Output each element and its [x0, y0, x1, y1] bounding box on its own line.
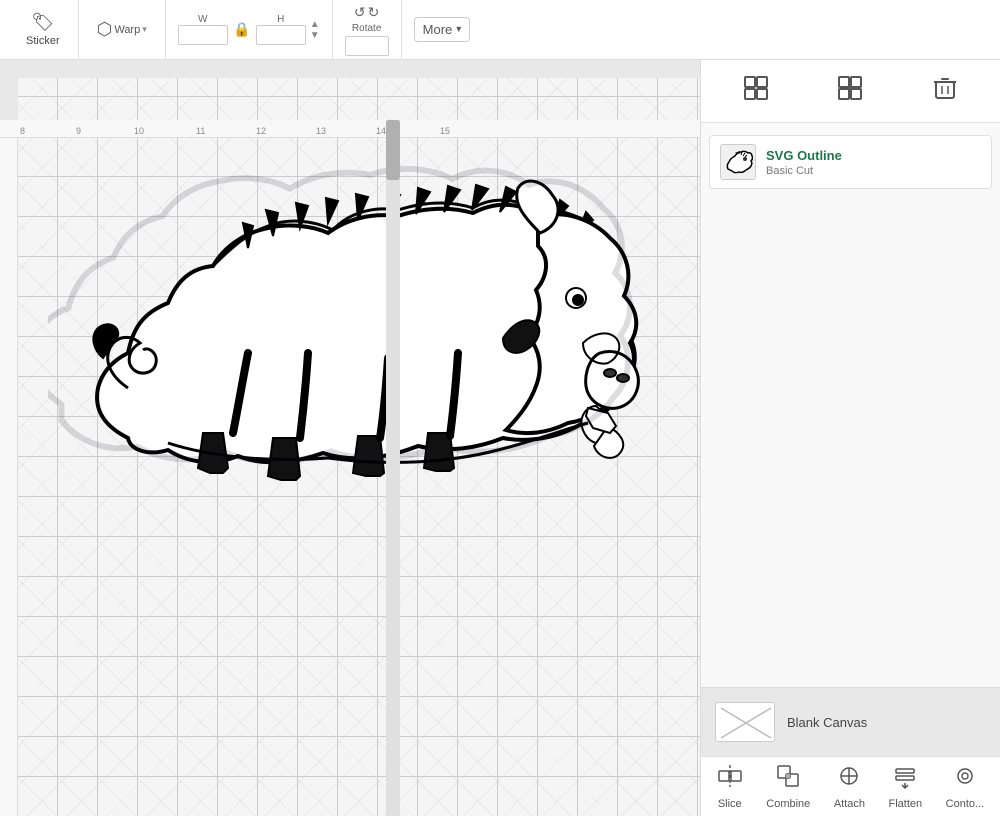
- more-label: More: [423, 22, 453, 37]
- attach-label: Attach: [834, 798, 865, 810]
- flatten-label: Flatten: [889, 798, 923, 810]
- combine-button[interactable]: Combine: [758, 759, 818, 814]
- sticker-button[interactable]: 🏷 Sticker: [20, 10, 66, 49]
- ruler-tick-15: 15: [440, 126, 450, 136]
- size-arrows: ▲ ▼: [310, 19, 320, 41]
- flatten-icon: [892, 763, 918, 795]
- delete-button[interactable]: [923, 70, 967, 112]
- lock-icon-wrap: 🔒: [232, 14, 252, 45]
- width-input[interactable]: [178, 25, 228, 45]
- toolbar-sticker-group: 🏷 Sticker: [8, 0, 79, 59]
- blank-canvas-item[interactable]: Blank Canvas: [709, 696, 992, 748]
- layer-name: SVG Outline: [766, 148, 981, 163]
- combine-icon: [775, 763, 801, 795]
- slice-icon: [717, 763, 743, 795]
- layer-info: SVG Outline Basic Cut: [766, 148, 981, 177]
- canvas-drawing-area[interactable]: [18, 78, 700, 816]
- width-input-wrap: W: [178, 14, 228, 45]
- delete-icon: [931, 74, 959, 108]
- ruler-top: 8 9 10 11 12 13 14 15: [0, 120, 700, 138]
- group-button[interactable]: [734, 70, 778, 112]
- contour-label: Conto...: [946, 798, 985, 810]
- toolbar-size-group: W 🔒 H ▲ ▼: [166, 0, 333, 59]
- height-label: H: [277, 14, 284, 25]
- toolbar-warp-group: ⬡ Warp ▾: [79, 0, 166, 59]
- height-input-wrap: H: [256, 14, 306, 45]
- toolbar-more-group: More ▾: [402, 0, 483, 59]
- panel-actions: [701, 60, 1000, 123]
- ungroup-icon: [836, 74, 864, 108]
- blank-canvas-label: Blank Canvas: [787, 715, 867, 730]
- lock-icon: 🔒: [233, 21, 250, 38]
- slice-button[interactable]: Slice: [709, 759, 751, 814]
- flatten-button[interactable]: Flatten: [881, 759, 931, 814]
- width-label: W: [198, 14, 207, 25]
- scrollbar-thumb[interactable]: [386, 120, 400, 180]
- ruler-left: [0, 138, 18, 816]
- contour-icon: [952, 763, 978, 795]
- layer-list: SVG Outline Basic Cut: [701, 123, 1000, 687]
- ruler-tick-12: 12: [256, 126, 266, 136]
- layer-item-svg-outline[interactable]: SVG Outline Basic Cut: [709, 135, 992, 189]
- sticker-icon: 🏷: [31, 12, 54, 33]
- attach-icon: [836, 763, 862, 795]
- blank-canvas-area: Blank Canvas: [701, 687, 1000, 756]
- warp-label: Warp: [114, 24, 140, 36]
- toolbar-rotate-group: ↺ ↻ Rotate: [333, 0, 402, 59]
- combine-label: Combine: [766, 798, 810, 810]
- ungroup-button[interactable]: [828, 70, 872, 112]
- warp-button[interactable]: ⬡ Warp ▾: [91, 17, 153, 42]
- layer-thumbnail: [720, 144, 756, 180]
- top-toolbar: 🏷 Sticker ⬡ Warp ▾ W 🔒 H: [0, 0, 1000, 60]
- more-button[interactable]: More ▾: [414, 17, 471, 42]
- rotate-label: Rotate: [352, 23, 381, 34]
- ruler-tick-13: 13: [316, 126, 326, 136]
- height-input[interactable]: [256, 25, 306, 45]
- ruler-tick-10: 10: [134, 126, 144, 136]
- boar-image[interactable]: [48, 158, 648, 538]
- rotate-group: ↺ ↻ Rotate: [345, 4, 389, 56]
- slice-label: Slice: [718, 798, 742, 810]
- ruler-tick-9: 9: [76, 126, 81, 136]
- sticker-label: Sticker: [26, 35, 60, 47]
- rotate-input[interactable]: [345, 36, 389, 56]
- bottom-toolbar: Slice Combine Attach: [701, 756, 1000, 816]
- contour-button[interactable]: Conto...: [938, 759, 993, 814]
- ruler-tick-14: 14: [376, 126, 386, 136]
- ruler-tick-11: 11: [196, 126, 205, 136]
- size-up-arrow[interactable]: ▲: [310, 19, 320, 30]
- layer-type: Basic Cut: [766, 165, 981, 177]
- rotate-ccw-icon[interactable]: ↺: [354, 4, 366, 21]
- rotate-cw-icon[interactable]: ↻: [368, 4, 380, 21]
- blank-canvas-thumbnail: [715, 702, 775, 742]
- canvas-area[interactable]: 8 9 10 11 12 13 14 15: [0, 60, 700, 816]
- size-inputs: W 🔒 H: [178, 14, 306, 45]
- size-down-arrow[interactable]: ▼: [310, 30, 320, 41]
- group-icon: [742, 74, 770, 108]
- rotate-arrows: ↺ ↻: [354, 4, 379, 21]
- attach-button[interactable]: Attach: [826, 759, 873, 814]
- canvas-scrollbar[interactable]: [386, 120, 400, 816]
- more-chevron-icon: ▾: [456, 24, 461, 35]
- right-panel: Layers Color Sync ×: [700, 0, 1000, 816]
- ruler-tick-8: 8: [20, 126, 25, 136]
